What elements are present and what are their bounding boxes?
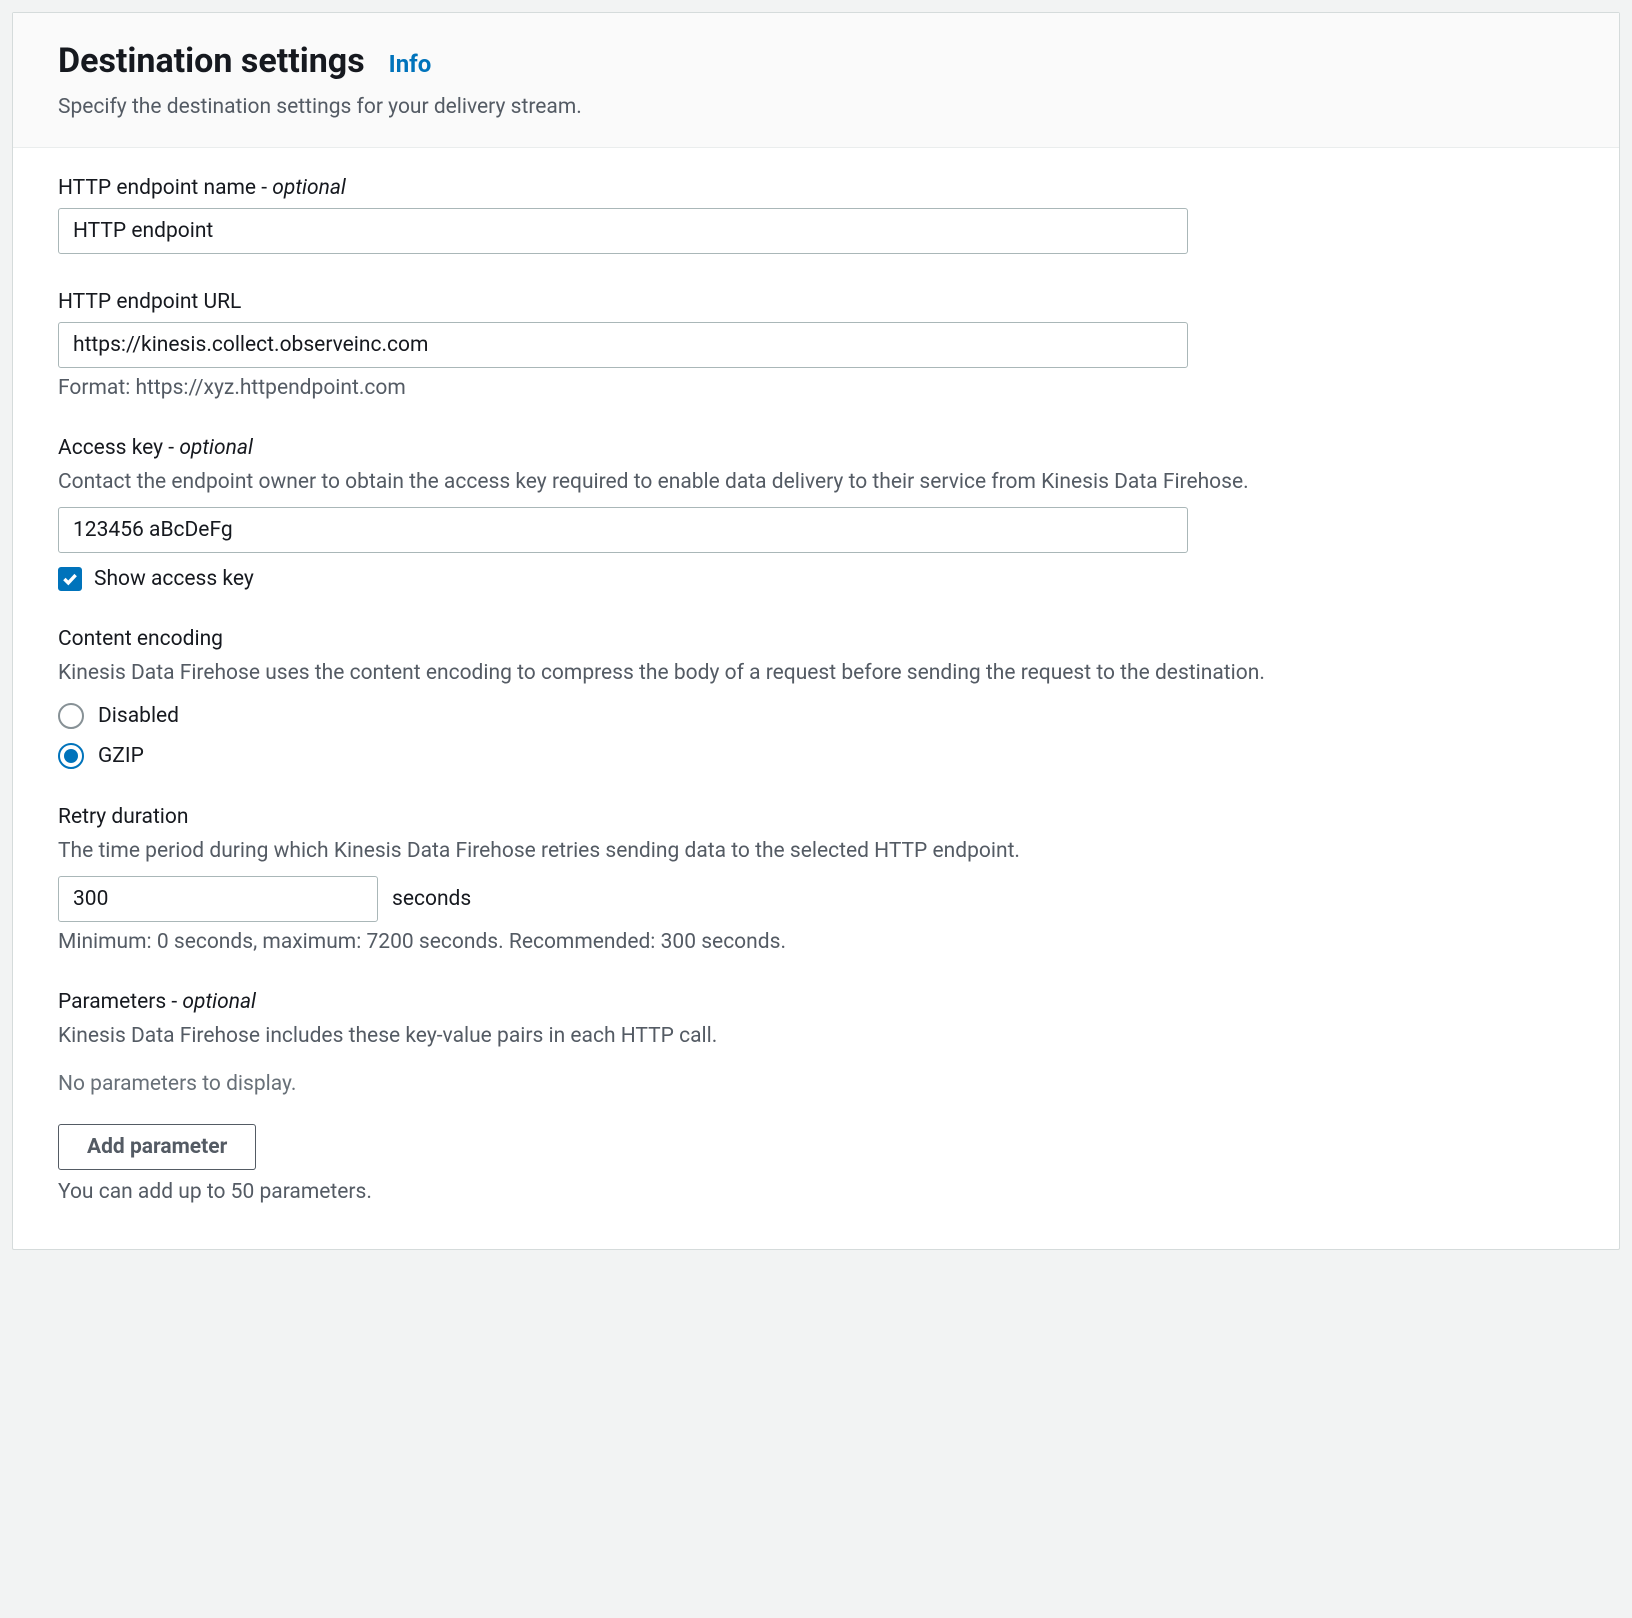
radio-disabled[interactable] [58, 703, 84, 729]
retry-duration-input-row: seconds [58, 876, 1574, 922]
retry-duration-unit: seconds [392, 887, 471, 911]
panel-subtitle: Specify the destination settings for you… [58, 95, 1574, 119]
content-encoding-label: Content encoding [58, 627, 1574, 651]
access-key-label: Access key - optional [58, 436, 1574, 460]
endpoint-name-input[interactable] [58, 208, 1188, 254]
endpoint-url-format-help: Format: https://xyz.httpendpoint.com [58, 376, 1574, 400]
show-access-key-label: Show access key [94, 567, 254, 591]
retry-duration-constraint: Minimum: 0 seconds, maximum: 7200 second… [58, 930, 1574, 954]
radio-gzip-label: GZIP [98, 744, 144, 768]
endpoint-name-label: HTTP endpoint name - optional [58, 176, 1574, 200]
show-access-key-checkbox[interactable] [58, 567, 82, 591]
endpoint-name-group: HTTP endpoint name - optional [58, 176, 1574, 254]
retry-duration-label: Retry duration [58, 805, 1574, 829]
panel-body: HTTP endpoint name - optional HTTP endpo… [13, 148, 1619, 1249]
endpoint-url-input[interactable] [58, 322, 1188, 368]
parameters-optional: optional [182, 990, 256, 1014]
panel-title: Destination settings [58, 41, 365, 81]
retry-duration-help: The time period during which Kinesis Dat… [58, 837, 1574, 866]
show-access-key-row[interactable]: Show access key [58, 567, 1574, 591]
panel-header: Destination settings Info Specify the de… [13, 13, 1619, 148]
radio-disabled-label: Disabled [98, 704, 179, 728]
info-link[interactable]: Info [389, 50, 432, 78]
endpoint-name-label-text: HTTP endpoint name - [58, 176, 272, 200]
parameters-help: Kinesis Data Firehose includes these key… [58, 1022, 1574, 1051]
add-parameter-button[interactable]: Add parameter [58, 1124, 256, 1170]
radio-disabled-row[interactable]: Disabled [58, 703, 1574, 729]
parameters-label-text: Parameters - [58, 990, 182, 1014]
access-key-help: Contact the endpoint owner to obtain the… [58, 468, 1574, 497]
parameters-limit-help: You can add up to 50 parameters. [58, 1180, 1574, 1204]
endpoint-url-group: HTTP endpoint URL Format: https://xyz.ht… [58, 290, 1574, 400]
content-encoding-radio-group: Disabled GZIP [58, 703, 1574, 769]
radio-gzip-row[interactable]: GZIP [58, 743, 1574, 769]
retry-duration-group: Retry duration The time period during wh… [58, 805, 1574, 954]
access-key-label-text: Access key - [58, 436, 179, 460]
access-key-group: Access key - optional Contact the endpoi… [58, 436, 1574, 591]
access-key-optional: optional [179, 436, 253, 460]
check-icon [61, 570, 79, 588]
header-title-row: Destination settings Info [58, 41, 1574, 81]
parameters-group: Parameters - optional Kinesis Data Fireh… [58, 990, 1574, 1203]
radio-gzip[interactable] [58, 743, 84, 769]
access-key-input[interactable] [58, 507, 1188, 553]
destination-settings-panel: Destination settings Info Specify the de… [12, 12, 1620, 1250]
content-encoding-group: Content encoding Kinesis Data Firehose u… [58, 627, 1574, 768]
endpoint-name-optional: optional [272, 176, 346, 200]
parameters-label: Parameters - optional [58, 990, 1574, 1014]
content-encoding-help: Kinesis Data Firehose uses the content e… [58, 659, 1574, 688]
retry-duration-input[interactable] [58, 876, 378, 922]
endpoint-url-label: HTTP endpoint URL [58, 290, 1574, 314]
parameters-empty: No parameters to display. [58, 1072, 1574, 1096]
